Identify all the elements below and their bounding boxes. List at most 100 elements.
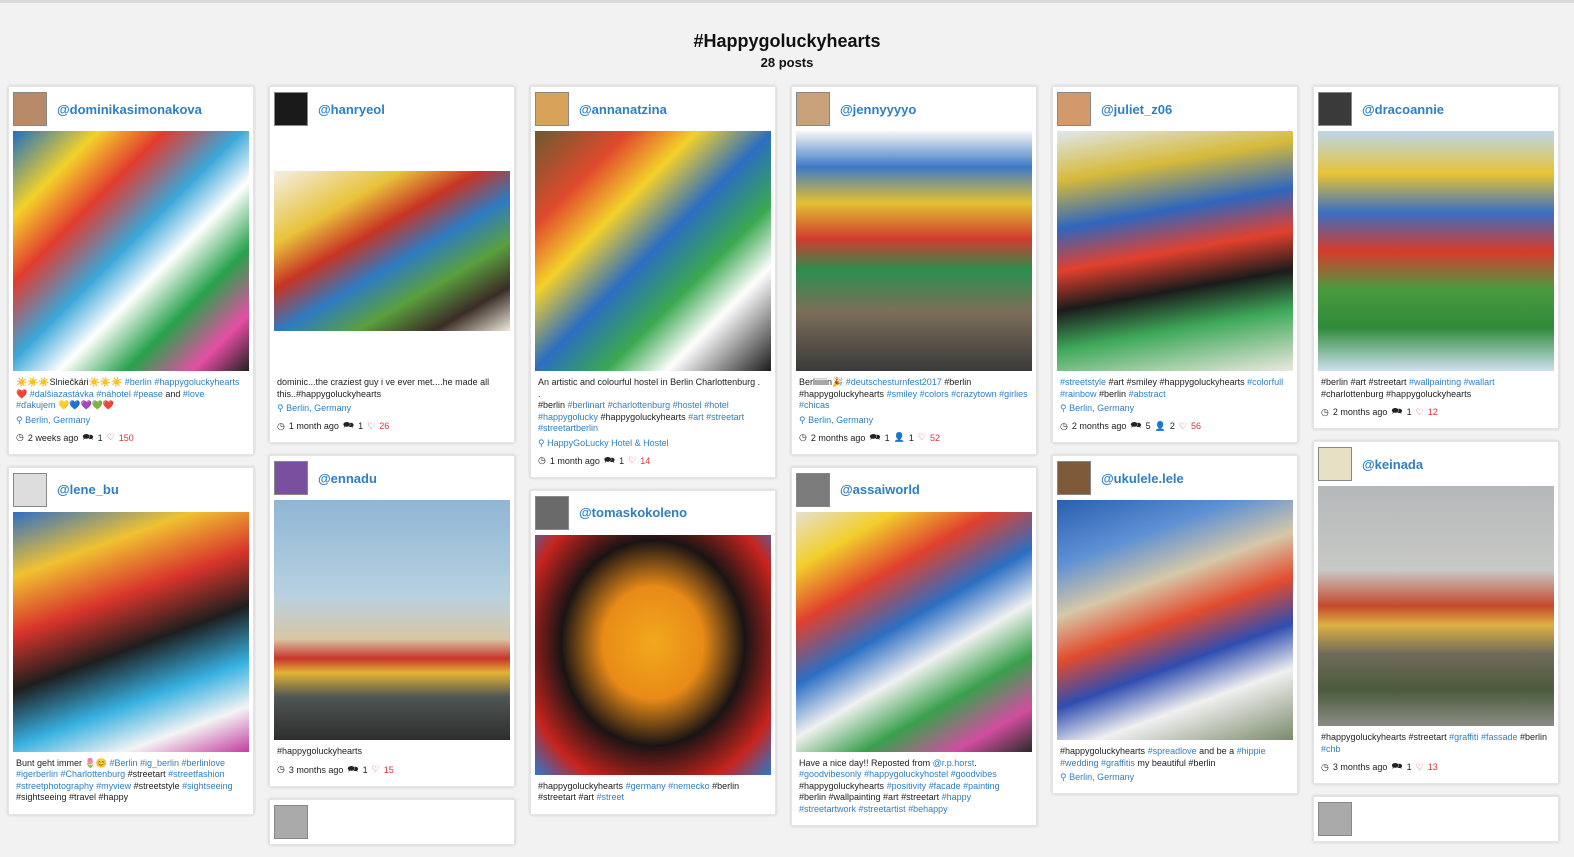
like-count: 12: [1427, 407, 1438, 417]
username-link[interactable]: @hanryeol: [318, 102, 385, 117]
post-photo[interactable]: [13, 131, 249, 371]
post-card[interactable]: @dracoannie #berlin #art #streetart #wall…: [1313, 86, 1559, 429]
post-location[interactable]: ⚲ Berlin, Germany: [1053, 769, 1297, 783]
post-photo[interactable]: [274, 500, 510, 740]
avatar[interactable]: [535, 495, 569, 530]
post-caption: dominic...the craziest guy i ve ever met…: [277, 377, 490, 399]
user-icon: 👤: [1154, 420, 1166, 431]
post-header: @dracoannie: [1314, 87, 1558, 131]
comment-icon: 🗪: [1391, 761, 1403, 771]
post-photo[interactable]: [1057, 131, 1293, 371]
avatar[interactable]: [274, 804, 308, 839]
post-card[interactable]: @dominikasimonakova ☀️☀️☀️Slniečkári☀️☀️☀…: [8, 86, 254, 455]
avatar[interactable]: [1318, 802, 1352, 836]
clock-icon: ◷: [538, 455, 546, 465]
feed-column: @jennyyyyo Berliiiiiin🎉 #deutschesturnfes…: [791, 86, 1037, 838]
username-link[interactable]: @tomaskokoleno: [579, 505, 687, 520]
post-card[interactable]: @lene_bu Bunt geht immer 🌷😊 #Berlin #ig_b…: [8, 466, 254, 815]
avatar[interactable]: [535, 92, 569, 126]
post-photo[interactable]: [1057, 500, 1293, 740]
post-card[interactable]: @annanatzina An artistic and colourful ho…: [530, 86, 776, 478]
comment-count: 1: [884, 432, 890, 443]
post-card[interactable]: [269, 798, 515, 845]
post-card[interactable]: [1313, 796, 1559, 842]
post-photo[interactable]: [796, 131, 1032, 371]
avatar[interactable]: [274, 92, 308, 126]
location-label[interactable]: Berlin, Germany: [1069, 403, 1134, 413]
avatar[interactable]: [1057, 461, 1091, 495]
post-photo[interactable]: [13, 511, 249, 752]
post-meta: ◷ 2 months ago 🗪 5 👤 2 ♡ 56: [1053, 414, 1297, 442]
card-padding: [792, 815, 1036, 825]
avatar[interactable]: [796, 472, 830, 507]
username-link[interactable]: @ennadu: [318, 471, 377, 486]
post-caption: #happygoluckyhearts #spreadlove and be a…: [1060, 746, 1266, 768]
username-link[interactable]: @ukulele.lele: [1101, 471, 1184, 486]
feed-column: @dracoannie #berlin #art #streetart #wall…: [1313, 86, 1559, 854]
post-card[interactable]: @ennadu #happygoluckyhearts ◷ 3 months ago 🗪…: [269, 455, 515, 787]
avatar[interactable]: [274, 461, 308, 495]
avatar[interactable]: [796, 92, 830, 126]
post-card[interactable]: @ukulele.lele #happygoluckyhearts #spread…: [1052, 455, 1298, 794]
post-location[interactable]: ⚲ HappyGoLucky Hotel & Hostel: [531, 435, 775, 449]
location-label[interactable]: Berlin, Germany: [808, 415, 873, 425]
username-link[interactable]: @annanatzina: [579, 102, 667, 117]
like-count: 13: [1427, 762, 1438, 772]
comment-count: 1: [619, 455, 625, 466]
username-link[interactable]: @assaiworld: [840, 482, 920, 497]
post-time: 3 months ago: [1332, 762, 1388, 772]
post-photo[interactable]: [274, 171, 510, 331]
post-card[interactable]: @hanryeol dominic...the craziest guy i ve…: [269, 86, 515, 443]
username-link[interactable]: @dominikasimonakova: [57, 102, 202, 117]
username-link[interactable]: @dracoannie: [1362, 102, 1444, 117]
post-location[interactable]: ⚲ Berlin, Germany: [1053, 400, 1297, 414]
post-photo[interactable]: [535, 131, 771, 371]
post-header: @dominikasimonakova: [9, 87, 253, 131]
post-card[interactable]: @juliet_z06 #streetstyle #art #smiley #ha…: [1052, 86, 1298, 443]
comment-icon: 🗪: [603, 454, 616, 465]
post-location[interactable]: ⚲ Berlin, Germany: [270, 400, 514, 414]
comment-icon: 🗪: [82, 431, 94, 442]
comment-count: 5: [1145, 421, 1151, 431]
post-location[interactable]: ⚲ Berlin, Germany: [792, 412, 1036, 426]
post-header: @ennadu: [270, 456, 514, 500]
post-card[interactable]: @jennyyyyo Berliiiiiin🎉 #deutschesturnfes…: [791, 86, 1037, 455]
location-label[interactable]: Berlin, Germany: [1069, 772, 1134, 782]
avatar[interactable]: [13, 92, 47, 126]
post-location[interactable]: ⚲ Berlin, Germany: [9, 412, 253, 426]
post-card[interactable]: @assaiworld Have a nice day!! Reposted fr…: [791, 466, 1037, 826]
post-meta: ◷ 2 weeks ago 🗪 1 ♡ 150: [9, 426, 253, 454]
avatar[interactable]: [1318, 447, 1352, 481]
post-time: 2 months ago: [1332, 407, 1388, 417]
username-link[interactable]: @lene_bu: [57, 482, 119, 497]
post-photo[interactable]: [796, 511, 1032, 752]
location-label[interactable]: Berlin, Germany: [25, 415, 90, 425]
clock-icon: ◷: [1321, 761, 1329, 772]
avatar[interactable]: [1057, 92, 1091, 126]
comment-icon: 🗪: [1391, 406, 1403, 416]
post-header: @keinada: [1314, 442, 1558, 486]
clock-icon: ◷: [277, 764, 285, 774]
heart-icon: ♡: [628, 455, 637, 465]
post-card[interactable]: @tomaskokoleno #happygoluckyhearts #germa…: [530, 489, 776, 815]
post-photo[interactable]: [1318, 131, 1554, 371]
clock-icon: ◷: [1060, 420, 1068, 431]
card-padding: [9, 804, 253, 814]
username-link[interactable]: @keinada: [1362, 457, 1423, 472]
post-card[interactable]: @keinada #happygoluckyhearts #streetart #…: [1313, 441, 1559, 784]
like-count: 150: [118, 432, 134, 443]
card-padding: [531, 804, 775, 814]
clock-icon: ◷: [16, 432, 24, 442]
post-photo[interactable]: [1318, 486, 1554, 726]
username-link[interactable]: @juliet_z06: [1101, 102, 1172, 117]
location-label[interactable]: Berlin, Germany: [286, 403, 351, 413]
post-header: [270, 800, 514, 844]
avatar[interactable]: [1318, 92, 1352, 126]
username-link[interactable]: @jennyyyyo: [840, 102, 916, 117]
location-pin-icon: ⚲: [277, 403, 287, 413]
avatar[interactable]: [13, 472, 47, 507]
location-label[interactable]: HappyGoLucky Hotel & Hostel: [547, 438, 669, 448]
comment-count: 1: [97, 432, 103, 443]
post-meta: ◷ 3 months ago 🗪 1 ♡ 15: [270, 758, 514, 786]
post-photo[interactable]: [535, 534, 771, 775]
